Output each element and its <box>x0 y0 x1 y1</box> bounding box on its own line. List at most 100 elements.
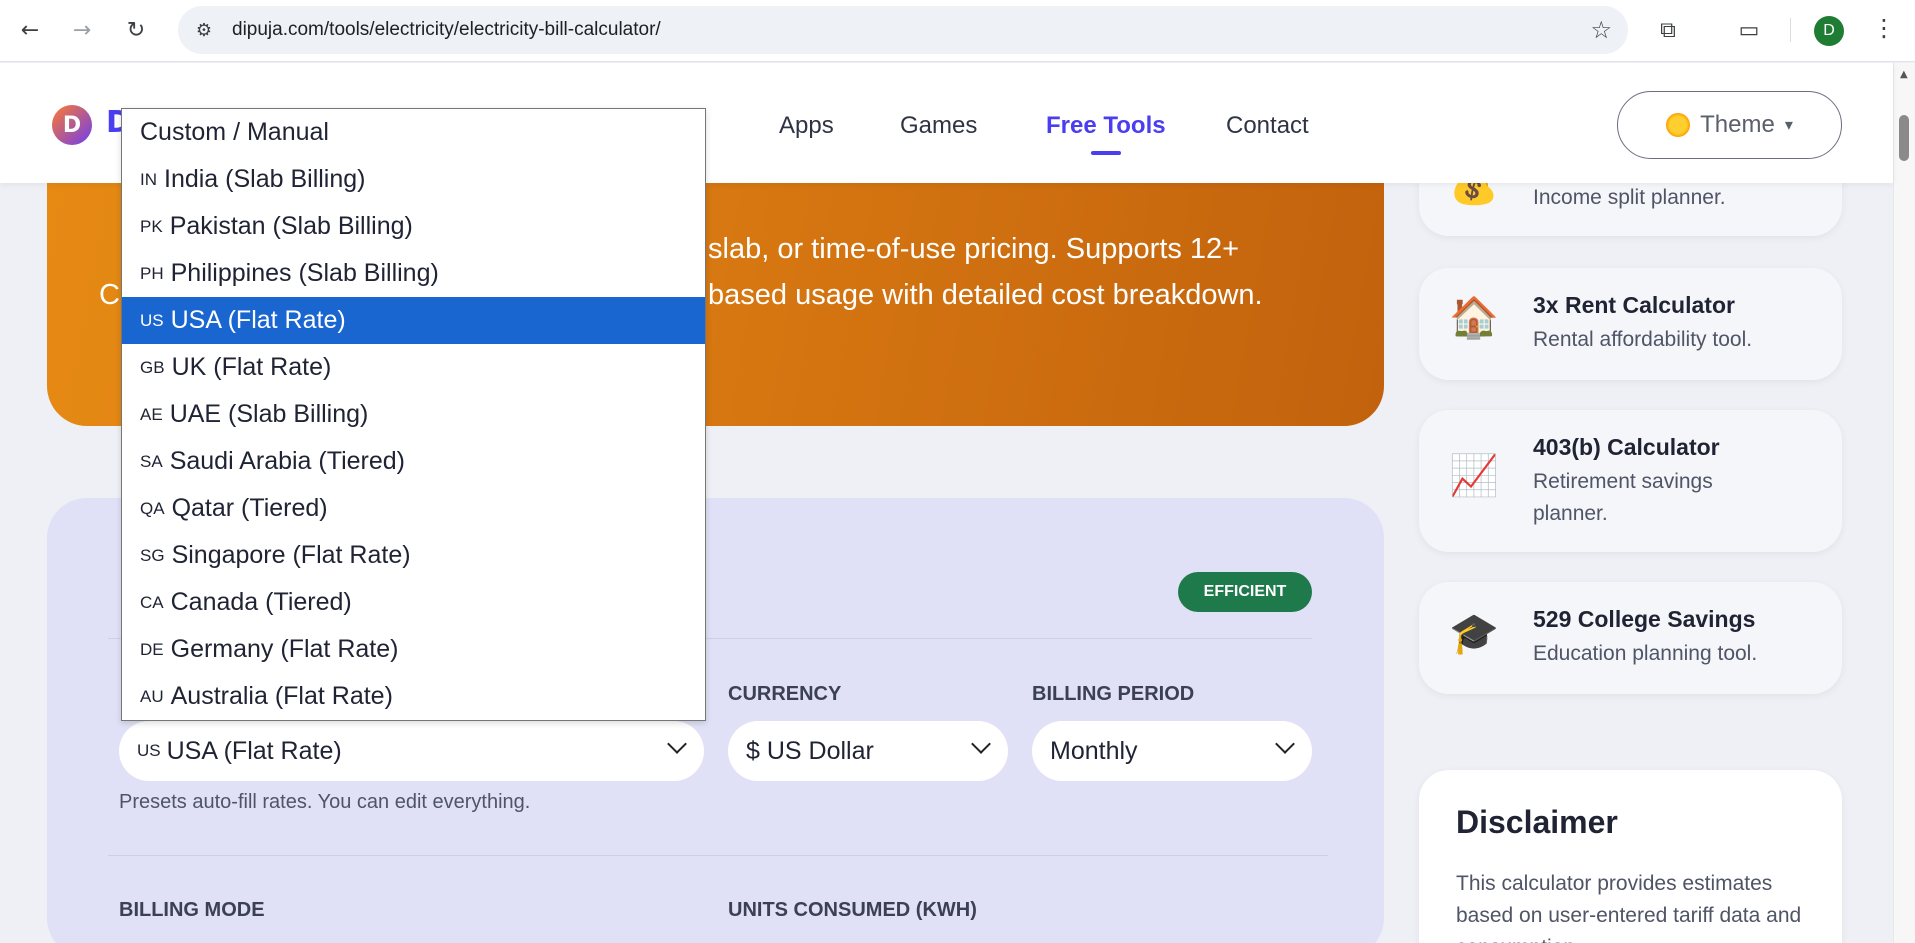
nav-contact[interactable]: Contact <box>1226 112 1309 140</box>
dropdown-option[interactable]: AE UAE (Slab Billing) <box>122 391 705 438</box>
sidebar-card-title: 3x Rent Calculator <box>1533 292 1735 318</box>
option-label: Australia (Flat Rate) <box>170 682 393 710</box>
option-code: GB <box>140 357 165 377</box>
sidebar-card-desc: Retirement savings planner. <box>1533 470 1713 525</box>
billing-period-label: BILLING PERIOD <box>1032 683 1195 705</box>
hero-text-line2-prefix: C <box>99 279 120 311</box>
profile-avatar[interactable]: D <box>1814 16 1844 46</box>
disclaimer-text: This calculator provides estimates based… <box>1456 872 1802 943</box>
option-label: Germany (Flat Rate) <box>170 635 399 663</box>
nav-apps[interactable]: Apps <box>779 112 834 140</box>
option-code: SA <box>140 451 163 471</box>
disclaimer-card: Disclaimer This calculator provides esti… <box>1419 770 1842 943</box>
sidebar-card-desc: Rental affordability tool. <box>1533 328 1753 351</box>
sidebar-card-529[interactable]: 🎓 529 College Savings Education planning… <box>1419 582 1842 694</box>
nav-free-tools[interactable]: Free Tools <box>1046 112 1166 140</box>
sidebar-card-title: 403(b) Calculator <box>1533 434 1720 460</box>
option-code: IN <box>140 169 157 189</box>
sidebar-card-desc: Income split planner. <box>1533 186 1726 209</box>
efficiency-badge: EFFICIENT <box>1178 572 1312 612</box>
theme-label: Theme <box>1700 111 1775 138</box>
active-nav-indicator <box>1091 151 1121 155</box>
caret-down-icon: ▾ <box>1784 117 1793 134</box>
card-divider-bottom <box>108 855 1328 856</box>
option-code: SG <box>140 545 165 565</box>
chart-up-icon: 📈 <box>1449 453 1499 499</box>
dropdown-option[interactable]: Custom / Manual <box>122 109 705 156</box>
option-code: QA <box>140 498 165 518</box>
graduation-cap-icon: 🎓 <box>1449 611 1499 657</box>
country-code: US <box>137 741 161 760</box>
dropdown-option-selected[interactable]: US USA (Flat Rate) <box>122 297 705 344</box>
option-label: Pakistan (Slab Billing) <box>169 212 413 240</box>
option-code: AU <box>140 686 164 706</box>
theme-button[interactable]: Theme ▾ <box>1617 91 1842 159</box>
hero-text-line1: slab, or time-of-use pricing. Supports 1… <box>708 233 1240 265</box>
country-preset-dropdown[interactable]: Custom / Manual IN India (Slab Billing) P… <box>121 108 706 721</box>
dropdown-option[interactable]: AU Australia (Flat Rate) <box>122 673 705 720</box>
option-code: AE <box>140 404 163 424</box>
dropdown-option[interactable]: SG Singapore (Flat Rate) <box>122 532 705 579</box>
option-label: Qatar (Tiered) <box>171 494 328 522</box>
menu-kebab-icon[interactable]: ⋮ <box>1872 14 1896 42</box>
address-bar[interactable]: ⚙ dipuja.com/tools/electricity/electrici… <box>178 6 1628 54</box>
option-code: DE <box>140 639 164 659</box>
disclaimer-title: Disclaimer <box>1456 804 1618 840</box>
option-label: Custom / Manual <box>140 118 329 146</box>
back-icon[interactable]: ← <box>14 14 46 46</box>
option-label: Canada (Tiered) <box>170 588 352 616</box>
sidebar-card-403b[interactable]: 📈 403(b) Calculator Retirement savings p… <box>1419 410 1842 552</box>
sidebar-card-desc: Education planning tool. <box>1533 642 1758 665</box>
billing-period-select[interactable]: Monthly <box>1032 721 1312 781</box>
billing-mode-label: BILLING MODE <box>119 899 265 921</box>
dropdown-option[interactable]: PK Pakistan (Slab Billing) <box>122 203 705 250</box>
sun-icon <box>1666 113 1691 137</box>
url-text[interactable]: dipuja.com/tools/electricity/electricity… <box>232 19 661 41</box>
option-label: India (Slab Billing) <box>164 165 366 193</box>
units-consumed-label: UNITS CONSUMED (KWH) <box>728 899 977 921</box>
sidebar-card-rent[interactable]: 🏠 3x Rent Calculator Rental affordabilit… <box>1419 268 1842 380</box>
bookmark-star-icon[interactable]: ☆ <box>1590 16 1612 44</box>
option-label: USA (Flat Rate) <box>170 306 346 334</box>
chevron-down-icon <box>1275 734 1295 754</box>
extensions-icon[interactable]: ⧉ <box>1652 14 1684 46</box>
logo-letter: D <box>62 112 82 138</box>
sidebar-card-title: 529 College Savings <box>1533 606 1756 632</box>
dropdown-option[interactable]: SA Saudi Arabia (Tiered) <box>122 438 705 485</box>
scroll-up-arrow-icon[interactable]: ▲ <box>1900 69 1908 80</box>
forward-icon[interactable]: → <box>66 14 98 46</box>
dropdown-option[interactable]: DE Germany (Flat Rate) <box>122 626 705 673</box>
currency-value: $ US Dollar <box>746 736 874 765</box>
option-label: Saudi Arabia (Tiered) <box>169 447 405 475</box>
option-code: CA <box>140 592 164 612</box>
scroll-thumb[interactable] <box>1899 115 1909 161</box>
reload-icon[interactable]: ↻ <box>120 14 152 46</box>
dropdown-option[interactable]: CA Canada (Tiered) <box>122 579 705 626</box>
country-preset-select[interactable]: US USA (Flat Rate) <box>119 721 704 781</box>
option-code: US <box>140 310 164 330</box>
option-label: UAE (Slab Billing) <box>169 400 369 428</box>
currency-select[interactable]: $ US Dollar <box>728 721 1008 781</box>
page-scrollbar[interactable]: ▲ <box>1893 63 1915 943</box>
dropdown-option[interactable]: QA Qatar (Tiered) <box>122 485 705 532</box>
dropdown-option[interactable]: GB UK (Flat Rate) <box>122 344 705 391</box>
dropdown-option[interactable]: PH Philippines (Slab Billing) <box>122 250 705 297</box>
site-logo[interactable]: D <box>52 105 92 145</box>
option-label: Singapore (Flat Rate) <box>171 541 411 569</box>
option-code: PK <box>140 216 163 236</box>
browser-toolbar: ← → ↻ ⚙ dipuja.com/tools/electricity/ele… <box>0 0 1915 62</box>
option-code: PH <box>140 263 164 283</box>
option-label: Philippines (Slab Billing) <box>170 259 439 287</box>
preset-hint-text: Presets auto-fill rates. You can edit ev… <box>119 791 531 813</box>
house-icon: 🏠 <box>1449 295 1499 341</box>
hero-text-line2: based usage with detailed cost breakdown… <box>708 279 1263 311</box>
tab-search-icon[interactable]: ▭ <box>1733 14 1765 46</box>
option-label: UK (Flat Rate) <box>171 353 332 381</box>
dropdown-option[interactable]: IN India (Slab Billing) <box>122 156 705 203</box>
toolbar-divider <box>1790 18 1791 42</box>
currency-label: CURRENCY <box>728 683 842 705</box>
country-preset-value: USA (Flat Rate) <box>166 736 342 765</box>
site-info-icon[interactable]: ⚙ <box>192 18 216 42</box>
chevron-down-icon <box>667 734 687 754</box>
nav-games[interactable]: Games <box>900 112 977 140</box>
